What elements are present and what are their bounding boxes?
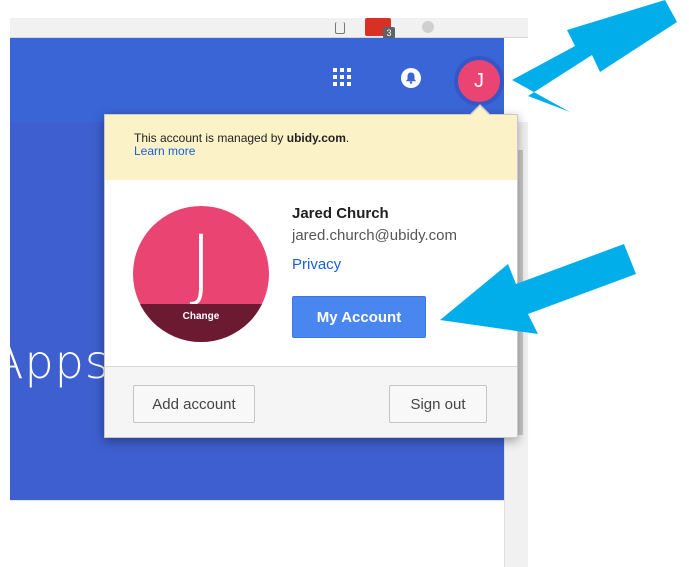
add-account-button[interactable]: Add account: [133, 385, 255, 423]
privacy-link[interactable]: Privacy: [292, 256, 341, 273]
managing-domain: ubidy.com: [286, 131, 346, 145]
screenshot: 3 Apps J This account is managed by ubid…: [0, 0, 689, 567]
bookmark-icon[interactable]: [335, 22, 345, 34]
popup-footer: Add account Sign out: [105, 366, 517, 437]
browser-toolbar-strip: 3: [10, 18, 528, 39]
popup-caret-fill: [471, 106, 489, 115]
account-avatar-button[interactable]: J: [454, 56, 504, 106]
sign-out-button[interactable]: Sign out: [389, 385, 487, 423]
extension-icon[interactable]: [422, 21, 434, 33]
page-body: [10, 500, 528, 567]
managed-account-notice: This account is managed by ubidy.com. Le…: [105, 115, 517, 180]
page-title-fragment: Apps: [0, 335, 110, 389]
avatar-letter: J: [189, 220, 213, 310]
app-header: [10, 38, 504, 122]
learn-more-link[interactable]: Learn more: [134, 145, 195, 158]
notice-suffix: .: [345, 131, 350, 145]
user-name: Jared Church: [292, 205, 389, 222]
gmail-extension-icon[interactable]: 3: [365, 18, 395, 39]
annotation-arrow-my-account: [440, 244, 636, 334]
apps-grid-icon[interactable]: [333, 68, 351, 86]
change-photo-button[interactable]: Change: [133, 304, 269, 342]
annotation-arrow-avatar: [512, 0, 677, 112]
notifications-bell-icon[interactable]: [400, 67, 422, 89]
user-email: jared.church@ubidy.com: [292, 227, 458, 244]
notice-text: This account is managed by: [134, 131, 287, 145]
profile-avatar: J Change: [133, 206, 269, 342]
my-account-button[interactable]: My Account: [292, 296, 426, 338]
